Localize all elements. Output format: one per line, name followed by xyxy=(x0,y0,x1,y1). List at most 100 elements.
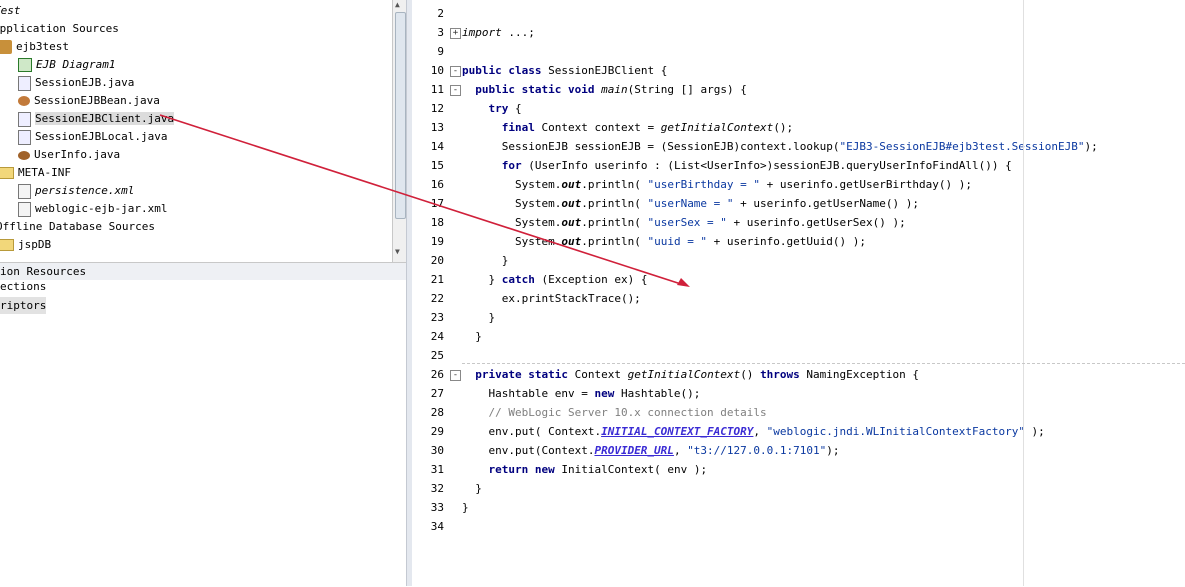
collapse-icon[interactable]: - xyxy=(450,66,461,77)
xml-file-icon xyxy=(18,201,31,217)
line-number: 21 xyxy=(430,273,444,286)
xml-file-icon xyxy=(18,183,31,199)
line-number: 12 xyxy=(430,102,444,115)
line-number: 2 xyxy=(437,7,444,20)
tree-item-label: Application Sources xyxy=(0,22,119,35)
line-number: 23 xyxy=(430,311,444,324)
line-number: 15 xyxy=(430,159,444,172)
code-line[interactable]: return new InitialContext( env ); xyxy=(462,460,708,479)
code-line[interactable]: public class SessionEJBClient { xyxy=(462,61,667,80)
line-number: 24 xyxy=(430,330,444,343)
right-margin-guide xyxy=(1023,0,1024,586)
application-navigator: Test Application Sources ejb3test EJB Di… xyxy=(0,0,392,262)
tree-item-label: UserInfo.java xyxy=(34,148,121,161)
tree-item-jspdb[interactable]: jspDB xyxy=(0,236,51,254)
code-line[interactable]: public static void main(String [] args) … xyxy=(462,80,747,99)
code-line[interactable]: System.out.println( "userName = " + user… xyxy=(462,194,919,213)
tree-item-sessionejblocal[interactable]: SessionEJBLocal.java xyxy=(18,128,167,146)
tree-item-meta-inf[interactable]: META-INF xyxy=(0,164,71,182)
tree-item-sessionejbbean[interactable]: SessionEJBBean.java xyxy=(18,92,160,110)
line-number: 26 xyxy=(430,368,444,381)
code-line[interactable]: private static Context getInitialContext… xyxy=(462,365,919,384)
tree-item-label: SessionEJBBean.java xyxy=(34,94,160,107)
folder-icon xyxy=(0,167,14,179)
tree-item-label: SessionEJB.java xyxy=(35,76,135,89)
code-line[interactable]: final Context context = getInitialContex… xyxy=(462,118,793,137)
line-number: 28 xyxy=(430,406,444,419)
tree-item-persistence-xml[interactable]: persistence.xml xyxy=(18,182,134,200)
tree-item-label: Offline Database Sources xyxy=(0,220,155,233)
expand-icon[interactable]: + xyxy=(450,28,461,39)
scroll-down-icon[interactable]: ▼ xyxy=(395,247,400,256)
tree-item-weblogic-ejb-jar[interactable]: weblogic-ejb-jar.xml xyxy=(18,200,167,218)
line-number: 22 xyxy=(430,292,444,305)
navigator-scrollbar[interactable]: ▲ ▼ xyxy=(392,0,407,262)
tree-item-label: SessionEJBClient.java xyxy=(35,112,175,125)
tree-item-project[interactable]: Test xyxy=(0,2,21,20)
line-number: 34 xyxy=(430,520,444,533)
accordion-header-connections[interactable]: ections xyxy=(0,278,46,295)
code-line[interactable]: import ...; xyxy=(462,23,535,42)
tree-item-sessionejb[interactable]: SessionEJB.java xyxy=(18,74,134,92)
tree-item-ejb3test[interactable]: ejb3test xyxy=(0,38,69,56)
tree-item-sessionejbclient[interactable]: SessionEJBClient.java xyxy=(18,110,175,128)
code-line[interactable]: ex.printStackTrace(); xyxy=(462,289,641,308)
folder-icon xyxy=(0,239,14,251)
tree-item-userinfo[interactable]: UserInfo.java xyxy=(18,146,120,164)
collapse-icon[interactable]: - xyxy=(450,85,461,96)
java-file-icon xyxy=(18,129,31,145)
line-number: 17 xyxy=(430,197,444,210)
scrollbar-thumb[interactable] xyxy=(395,12,406,219)
line-number: 11 xyxy=(430,83,444,96)
line-number: 19 xyxy=(430,235,444,248)
code-line[interactable]: System.out.println( "userSex = " + useri… xyxy=(462,213,906,232)
code-line[interactable]: System.out.println( "userBirthday = " + … xyxy=(462,175,972,194)
code-line[interactable]: } xyxy=(462,327,482,346)
code-line[interactable]: env.put( Context.INITIAL_CONTEXT_FACTORY… xyxy=(462,422,1044,441)
fold-margin: + - - - xyxy=(448,0,462,586)
tree-item-label: SessionEJBLocal.java xyxy=(35,130,168,143)
line-number: 32 xyxy=(430,482,444,495)
accordion-label: riptors xyxy=(0,299,47,312)
line-number: 18 xyxy=(430,216,444,229)
line-number: 25 xyxy=(430,349,444,362)
collapse-icon[interactable]: - xyxy=(450,370,461,381)
tree-item-label: EJB Diagram1 xyxy=(36,58,116,71)
accordion-header-descriptors[interactable]: riptors xyxy=(0,297,47,314)
line-number: 20 xyxy=(430,254,444,267)
tree-item-label: ejb3test xyxy=(16,40,69,53)
tree-item-offline-db[interactable]: Offline Database Sources xyxy=(0,218,155,236)
accordion-label: ections xyxy=(0,280,47,293)
line-number: 9 xyxy=(437,45,444,58)
code-line[interactable]: SessionEJB sessionEJB = (SessionEJB)cont… xyxy=(462,137,1098,156)
line-number: 31 xyxy=(430,463,444,476)
line-number-gutter: 2 3 9 10 11 12 13 14 15 16 17 18 19 20 21 22 23 24 25 26 27 2… xyxy=(412,0,448,586)
method-separator xyxy=(462,363,1185,364)
tree-item-label: META-INF xyxy=(18,166,71,179)
tree-item-application-sources[interactable]: Application Sources xyxy=(0,20,119,38)
code-line[interactable]: env.put(Context.PROVIDER_URL, "t3://127.… xyxy=(462,441,839,460)
tree-item-label: persistence.xml xyxy=(35,184,135,197)
accordion-header-resources[interactable]: ion Resources xyxy=(0,263,406,280)
tree-item-label: jspDB xyxy=(18,238,52,251)
line-number: 13 xyxy=(430,121,444,134)
code-line[interactable]: System.out.println( "uuid = " + userinfo… xyxy=(462,232,866,251)
code-line[interactable]: } xyxy=(462,308,495,327)
line-number: 27 xyxy=(430,387,444,400)
line-number: 33 xyxy=(430,501,444,514)
code-line[interactable]: } xyxy=(462,498,469,517)
code-line[interactable]: } catch (Exception ex) { xyxy=(462,270,647,289)
code-line[interactable]: // WebLogic Server 10.x connection detai… xyxy=(462,403,766,422)
scroll-up-icon[interactable]: ▲ xyxy=(395,0,400,9)
code-line[interactable]: for (UserInfo userinfo : (List<UserInfo>… xyxy=(462,156,1012,175)
lower-panel: ion Resources ections riptors xyxy=(0,262,406,587)
code-editor[interactable]: import ...; public class SessionEJBClient… xyxy=(462,0,1185,586)
tree-item-ejb-diagram[interactable]: EJB Diagram1 xyxy=(18,56,115,74)
code-line[interactable]: } xyxy=(462,251,509,270)
code-line[interactable]: Hashtable env = new Hashtable(); xyxy=(462,384,700,403)
line-number: 30 xyxy=(430,444,444,457)
package-icon xyxy=(0,40,12,54)
code-line[interactable]: try { xyxy=(462,99,522,118)
line-number: 16 xyxy=(430,178,444,191)
code-line[interactable]: } xyxy=(462,479,482,498)
